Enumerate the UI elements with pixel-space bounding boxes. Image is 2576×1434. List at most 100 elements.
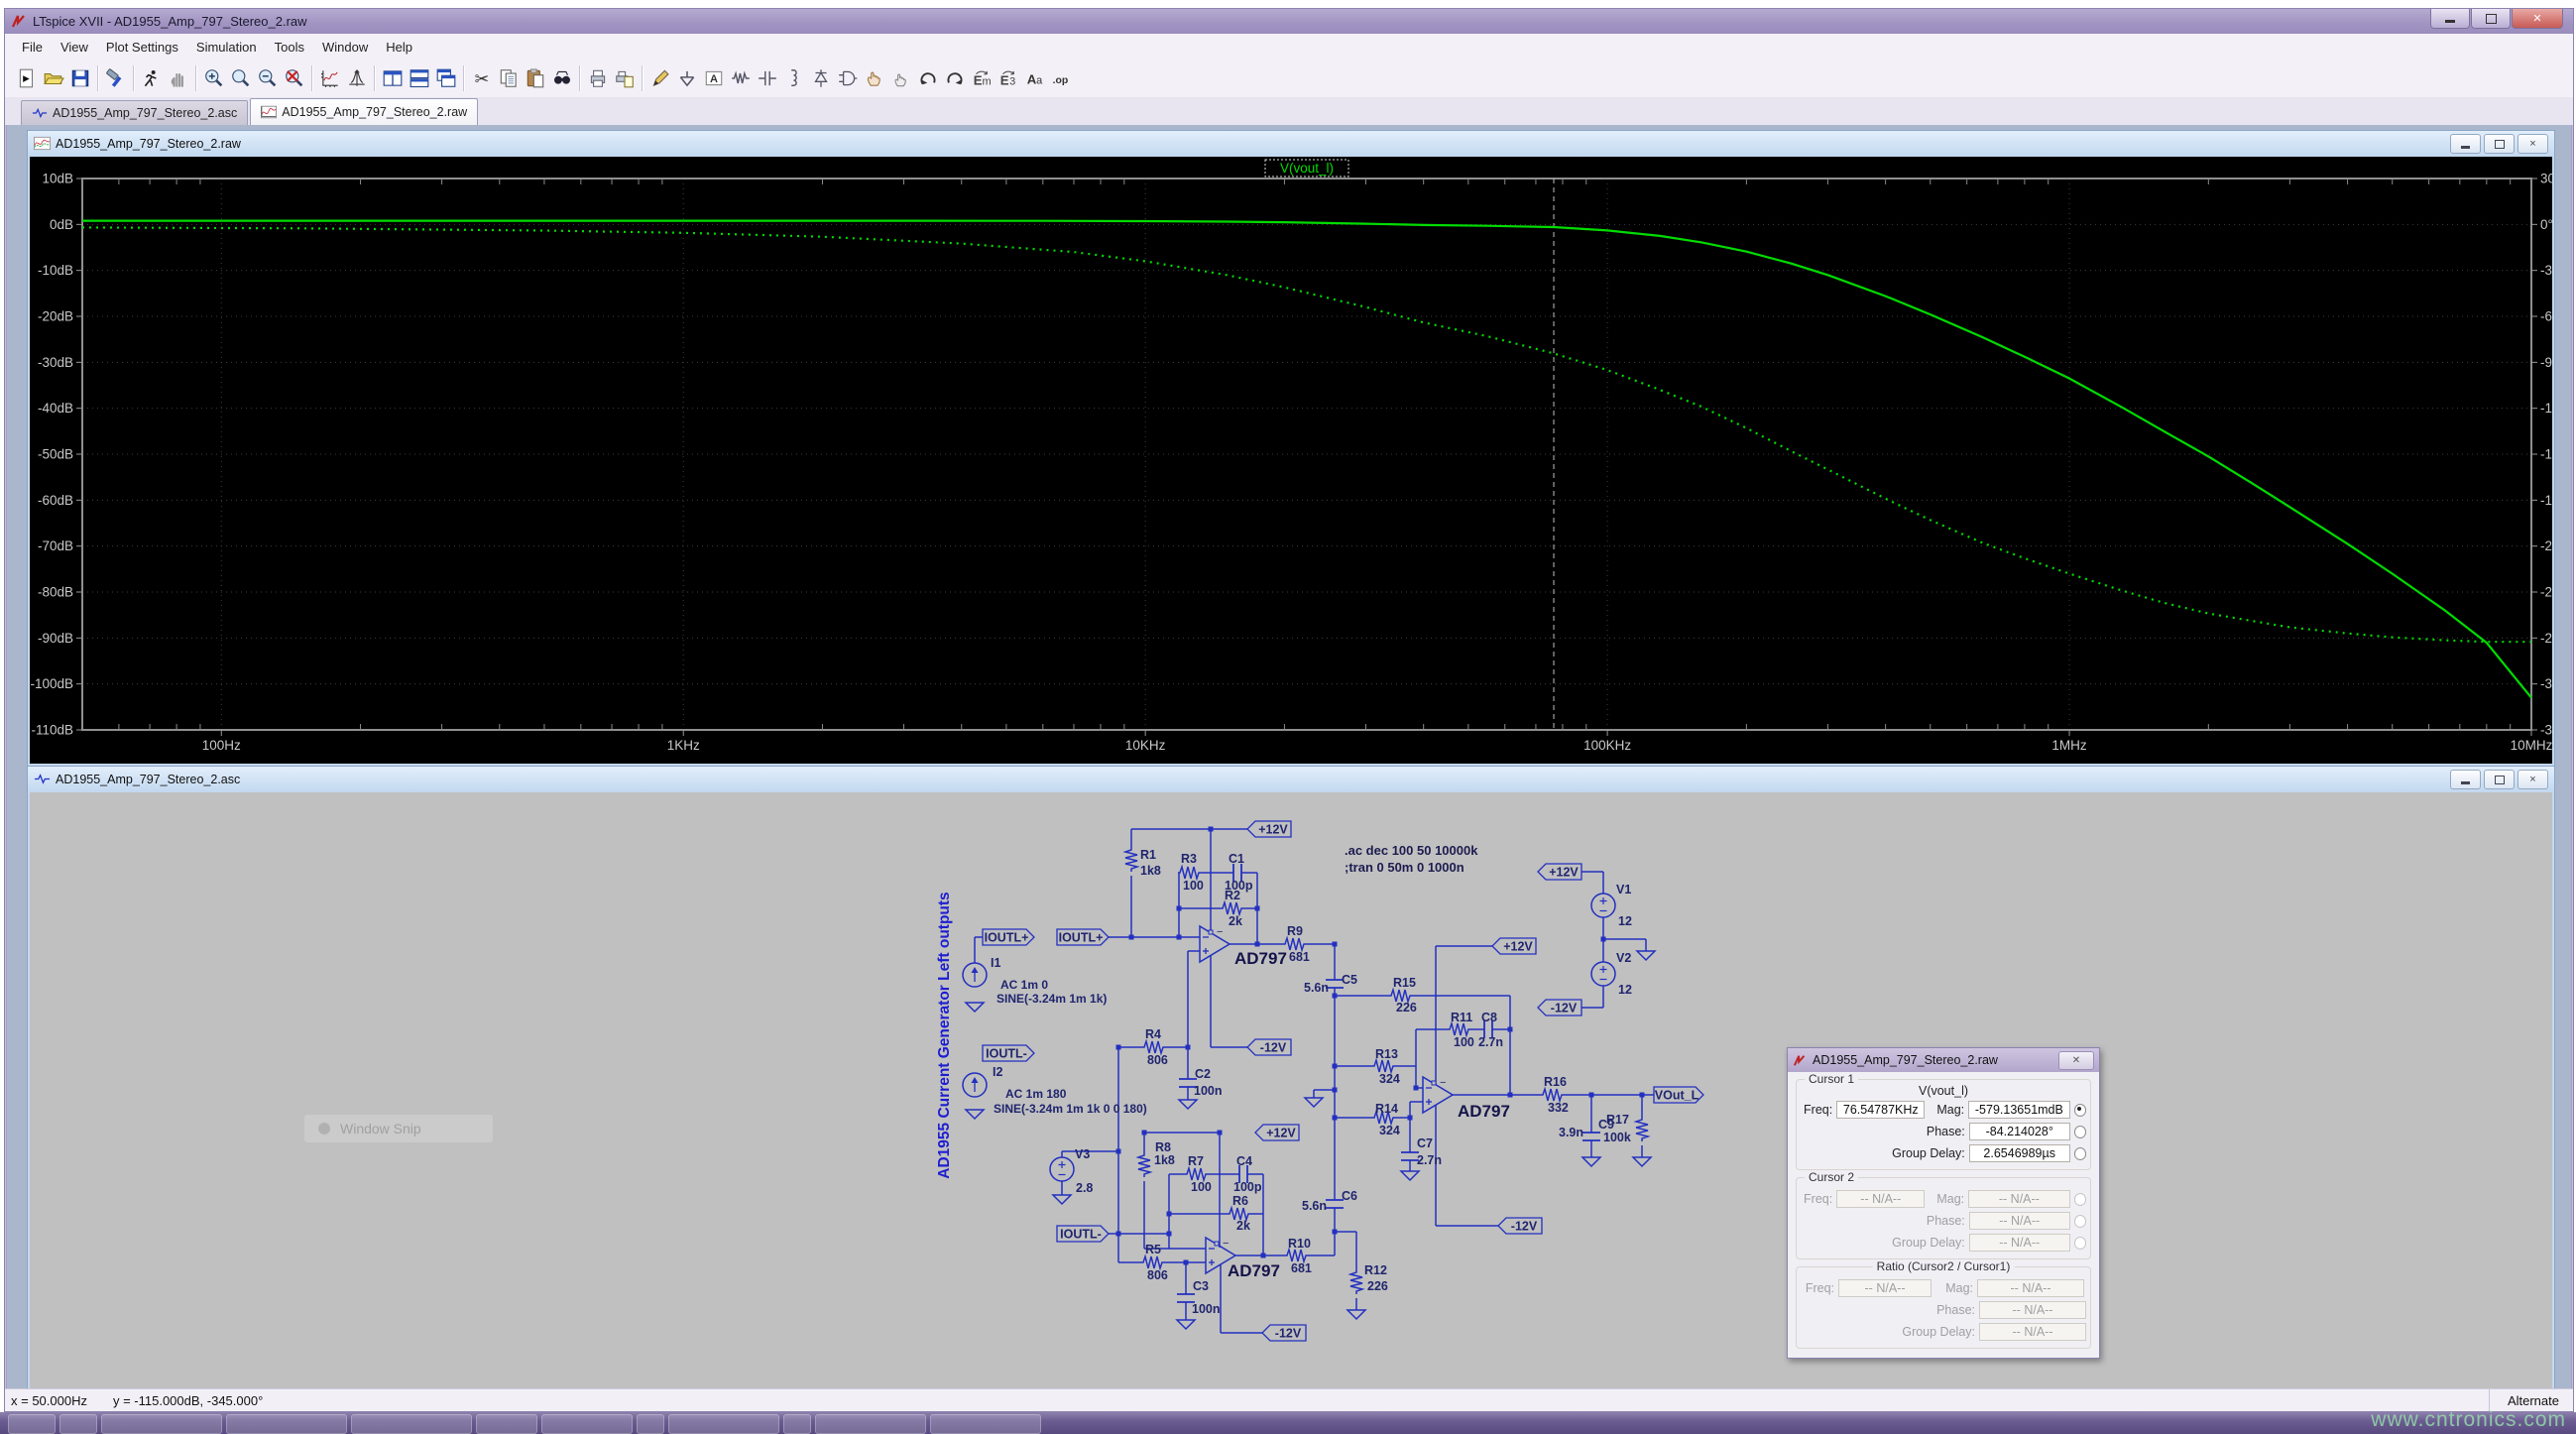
child-close-button[interactable]: × bbox=[2517, 770, 2548, 789]
new-schematic-button[interactable] bbox=[13, 64, 40, 92]
cursor1-mag-field[interactable]: -579.13651mdB bbox=[1968, 1101, 2070, 1119]
menu-item-tools[interactable]: Tools bbox=[266, 36, 313, 59]
cursor1-mag-radio[interactable] bbox=[2073, 1103, 2086, 1117]
net-flag-+12v[interactable]: +12V bbox=[1246, 820, 1292, 838]
net-flag-ioutl-[interactable]: IOUTL- bbox=[1056, 1225, 1110, 1243]
menu-item-view[interactable]: View bbox=[52, 36, 97, 59]
tile-vertically-button[interactable] bbox=[379, 64, 406, 92]
autorange-button[interactable] bbox=[316, 64, 343, 92]
print-button[interactable] bbox=[584, 64, 611, 92]
taskbar-item[interactable] bbox=[101, 1414, 222, 1434]
taskbar-item[interactable] bbox=[8, 1414, 56, 1434]
place-capacitor-button[interactable] bbox=[754, 64, 780, 92]
place-inductor-button[interactable] bbox=[780, 64, 807, 92]
child-close-button[interactable]: × bbox=[2517, 134, 2548, 154]
place-component-button[interactable] bbox=[834, 64, 861, 92]
spice-directive-button[interactable]: .op bbox=[1048, 64, 1075, 92]
schematic-canvas[interactable]: +12V -12V +12V -12V +12V -12V +12V -12V IOUTL+ IO… bbox=[30, 792, 2552, 1395]
menu-item-plot-settings[interactable]: Plot Settings bbox=[97, 36, 187, 59]
taskbar-item[interactable] bbox=[351, 1414, 472, 1434]
run-simulation-button[interactable] bbox=[138, 64, 165, 92]
net-flag-voutl[interactable]: VOut_L bbox=[1653, 1086, 1704, 1104]
find-button[interactable] bbox=[548, 64, 575, 92]
cursor-dialog-title[interactable]: AD1955_Amp_797_Stereo_2.raw ✕ bbox=[1788, 1048, 2099, 1072]
maximize-button[interactable] bbox=[2471, 9, 2511, 29]
net-flag--12v[interactable]: -12V bbox=[1537, 999, 1582, 1016]
tile-horizontally-button[interactable] bbox=[406, 64, 432, 92]
taskbar-item[interactable] bbox=[59, 1414, 97, 1434]
cascade-windows-button[interactable] bbox=[432, 64, 459, 92]
rotate-button[interactable]: E3 bbox=[995, 64, 1021, 92]
cursor1-gd-radio[interactable] bbox=[2073, 1146, 2086, 1160]
net-flag-ioutl+[interactable]: IOUTL+ bbox=[982, 928, 1035, 946]
open-file-button[interactable] bbox=[40, 64, 66, 92]
zoom-out-button[interactable] bbox=[254, 64, 281, 92]
taskbar-item[interactable] bbox=[637, 1414, 664, 1434]
paste-button[interactable] bbox=[522, 64, 548, 92]
taskbar-item[interactable] bbox=[476, 1414, 537, 1434]
close-button[interactable]: ✕ bbox=[2512, 9, 2563, 29]
trace-title[interactable]: V(vout_l) bbox=[1280, 161, 1334, 176]
zoom-back-button[interactable] bbox=[227, 64, 254, 92]
net-flag-+12v[interactable]: +12V bbox=[1254, 1124, 1300, 1141]
dialog-close-button[interactable]: ✕ bbox=[2058, 1051, 2094, 1070]
taskbar-item[interactable] bbox=[541, 1414, 633, 1434]
menu-item-file[interactable]: File bbox=[13, 36, 52, 59]
cursor1-phase-field[interactable]: -84.214028° bbox=[1968, 1123, 2070, 1140]
move-button[interactable] bbox=[861, 64, 887, 92]
place-text-button[interactable]: Aa bbox=[1021, 64, 1048, 92]
place-ground-button[interactable] bbox=[673, 64, 700, 92]
control-panel-button[interactable] bbox=[102, 64, 129, 92]
child-restore-button[interactable] bbox=[2484, 770, 2515, 789]
zoom-area-button[interactable] bbox=[200, 64, 227, 92]
title-bar[interactable]: LTspice XVII - AD1955_Amp_797_Stereo_2.r… bbox=[5, 9, 2573, 34]
plot-settings-button[interactable] bbox=[343, 64, 370, 92]
schematic-window-title[interactable]: AD1955_Amp_797_Stereo_2.asc × bbox=[28, 767, 2554, 791]
net-flag-ioutl+[interactable]: IOUTL+ bbox=[1056, 928, 1110, 946]
x-axis-label: 100Hz bbox=[202, 738, 241, 753]
taskbar-item[interactable] bbox=[930, 1414, 1041, 1434]
zoom-full-extents-button[interactable] bbox=[281, 64, 307, 92]
cursor1-phase-radio[interactable] bbox=[2073, 1125, 2086, 1138]
draw-wire-button[interactable] bbox=[646, 64, 673, 92]
cursor1-freq-field[interactable]: 76.54787KHz bbox=[1836, 1101, 1926, 1119]
menu-item-help[interactable]: Help bbox=[377, 36, 421, 59]
minimize-button[interactable] bbox=[2430, 9, 2470, 29]
cursor-dialog[interactable]: AD1955_Amp_797_Stereo_2.raw ✕ Cursor 1 V… bbox=[1787, 1047, 2100, 1359]
place-resistor-button[interactable] bbox=[727, 64, 754, 92]
net-flag-ioutl-[interactable]: IOUTL- bbox=[982, 1044, 1035, 1062]
place-diode-button[interactable] bbox=[807, 64, 834, 92]
windows-taskbar[interactable] bbox=[0, 1412, 2576, 1434]
taskbar-item[interactable] bbox=[668, 1414, 779, 1434]
tab-schematic[interactable]: AD1955_Amp_797_Stereo_2.asc bbox=[21, 100, 249, 125]
spice-directive-text[interactable]: ;tran 0 50m 0 1000n bbox=[1345, 860, 1464, 875]
child-minimize-button[interactable] bbox=[2450, 134, 2481, 154]
taskbar-item[interactable] bbox=[226, 1414, 347, 1434]
net-flag--12v[interactable]: -12V bbox=[1261, 1324, 1307, 1342]
print-preview-button[interactable] bbox=[611, 64, 638, 92]
drag-button[interactable] bbox=[887, 64, 914, 92]
net-flag-+12v[interactable]: +12V bbox=[1537, 863, 1582, 881]
child-restore-button[interactable] bbox=[2484, 134, 2515, 154]
menu-item-window[interactable]: Window bbox=[313, 36, 377, 59]
taskbar-item[interactable] bbox=[815, 1414, 926, 1434]
net-flag--12v[interactable]: -12V bbox=[1497, 1217, 1543, 1235]
place-label-button[interactable]: A bbox=[700, 64, 727, 92]
child-minimize-button[interactable] bbox=[2450, 770, 2481, 789]
cut-button[interactable]: ✂ bbox=[468, 64, 495, 92]
halt-simulation-button[interactable] bbox=[165, 64, 191, 92]
spice-directive-text[interactable]: .ac dec 100 50 10000k bbox=[1345, 843, 1478, 858]
waveform-window-title[interactable]: AD1955_Amp_797_Stereo_2.raw × bbox=[28, 131, 2554, 156]
redo-button[interactable] bbox=[941, 64, 968, 92]
mirror-button[interactable]: Em bbox=[968, 64, 995, 92]
net-flag--12v[interactable]: -12V bbox=[1246, 1038, 1292, 1056]
taskbar-item[interactable] bbox=[783, 1414, 811, 1434]
net-flag-+12v[interactable]: +12V bbox=[1491, 937, 1537, 955]
cursor1-gd-field[interactable]: 2.6546989µs bbox=[1968, 1144, 2070, 1162]
undo-button[interactable] bbox=[914, 64, 941, 92]
copy-button[interactable] bbox=[495, 64, 522, 92]
bode-plot[interactable]: 10dB 0dB -10dB -20dB -30dB -40dB -50dB -60dB -70… bbox=[30, 157, 2552, 764]
save-button[interactable] bbox=[66, 64, 93, 92]
tab-waveform[interactable]: AD1955_Amp_797_Stereo_2.raw bbox=[250, 98, 479, 125]
menu-item-simulation[interactable]: Simulation bbox=[187, 36, 266, 59]
